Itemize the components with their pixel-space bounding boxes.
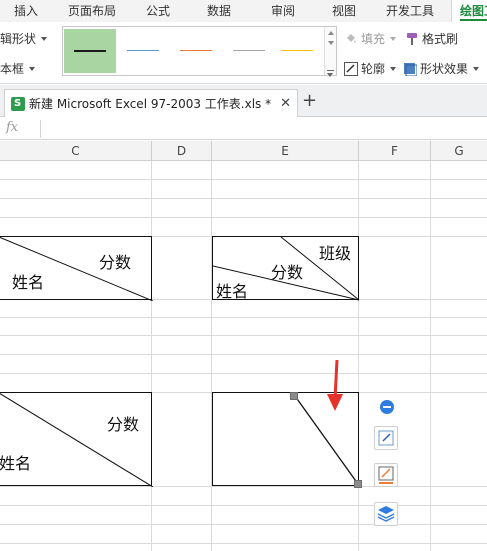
tab-data[interactable]: 数据 (207, 0, 231, 22)
edit-shape-label: 辑形状 (0, 32, 37, 46)
shape-effects-button[interactable]: 形状效果 (403, 60, 480, 77)
line-sample (74, 50, 106, 52)
column-header-e[interactable]: E (212, 141, 359, 161)
line-style-blue[interactable] (117, 29, 169, 73)
text-box-button[interactable]: 本框 (0, 60, 36, 77)
outline-button[interactable]: 轮廓 (344, 60, 397, 77)
tab-developer[interactable]: 开发工具 (386, 0, 434, 22)
line-style-gallery (62, 26, 337, 77)
scroll-down-icon[interactable] (328, 41, 334, 45)
tab-page-layout[interactable]: 页面布局 (68, 0, 116, 22)
line-style-black[interactable] (64, 29, 116, 73)
line-style-orange[interactable] (170, 29, 222, 73)
format-painter-label: 格式刷 (422, 32, 459, 46)
tab-view[interactable]: 视图 (332, 0, 356, 22)
tab-insert[interactable]: 插入 (14, 0, 38, 22)
line-sample (233, 50, 265, 51)
chevron-down-icon (473, 66, 480, 71)
line-style-gold[interactable] (271, 29, 323, 73)
outline-label: 轮廓 (361, 62, 386, 76)
document-tab-bar: 新建 Microsoft Excel 97-2003 工作表.xls * ✕ + (0, 85, 487, 117)
gallery-scroll[interactable] (324, 27, 336, 77)
red-annotation-arrows (327, 359, 343, 411)
pen-outline-icon (344, 61, 358, 76)
line-sample (127, 50, 159, 51)
fx-icon[interactable]: fx (6, 120, 18, 135)
document-tab[interactable]: 新建 Microsoft Excel 97-2003 工作表.xls * ✕ (4, 89, 298, 117)
shape-effects-label: 形状效果 (420, 62, 469, 76)
ribbon-tab-bar: 插入 页面布局 公式 数据 审阅 视图 开发工具 绘图工 (0, 0, 487, 22)
tab-review[interactable]: 审阅 (271, 0, 295, 22)
formula-input[interactable] (40, 120, 487, 138)
column-header-g[interactable]: G (431, 141, 487, 161)
tab-drawing-tools[interactable]: 绘图工 (451, 0, 487, 22)
line-style-gray[interactable] (223, 29, 275, 73)
ribbon-panel: 辑形状 本框 填充 格式刷 轮廓 形状效果 (0, 22, 487, 84)
column-header-f[interactable]: F (359, 141, 431, 161)
column-header-row: C D E F G (0, 141, 487, 161)
gallery-more-icon[interactable] (327, 70, 334, 77)
line-sample (281, 50, 313, 51)
fill-label: 填充 (361, 32, 386, 46)
chevron-down-icon (390, 66, 397, 71)
chevron-down-icon (390, 36, 397, 41)
format-painter-button[interactable]: 格式刷 (405, 30, 458, 47)
column-header-c[interactable]: C (0, 141, 152, 161)
document-title: 新建 Microsoft Excel 97-2003 工作表.xls * (29, 97, 272, 111)
text-box-label: 本框 (0, 62, 25, 76)
close-icon[interactable]: ✕ (280, 90, 291, 117)
paint-bucket-icon (344, 32, 358, 46)
column-header-d[interactable]: D (152, 141, 212, 161)
format-painter-icon (405, 32, 419, 46)
edit-shape-button[interactable]: 辑形状 (0, 30, 48, 47)
new-tab-button[interactable]: + (302, 90, 317, 112)
worksheet-grid[interactable]: 分数 姓名 班级 分数 姓名 分数 姓名 (0, 161, 487, 551)
line-sample (180, 50, 212, 51)
tab-formulas[interactable]: 公式 (146, 0, 170, 22)
formula-bar: fx (0, 118, 487, 140)
spreadsheet-file-icon (11, 97, 25, 111)
scroll-up-icon[interactable] (328, 31, 334, 35)
fill-button[interactable]: 填充 (344, 30, 397, 47)
chevron-down-icon (41, 36, 48, 41)
chevron-down-icon (29, 66, 36, 71)
shape-effects-icon (403, 62, 418, 76)
